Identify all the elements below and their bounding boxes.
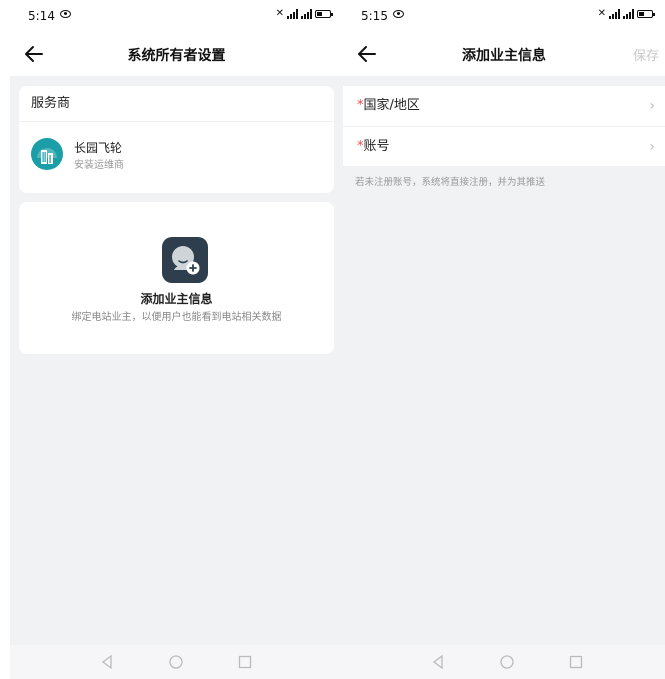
status-time: 5:15 — [361, 9, 388, 23]
nav-home-icon[interactable] — [167, 653, 185, 671]
signal-icon — [609, 8, 620, 19]
field-label: 国家/地区 — [363, 98, 420, 113]
status-bar: 5:15 ✕ — [343, 0, 665, 32]
mute-icon: ✕ — [275, 8, 284, 19]
save-button[interactable]: 保存 — [633, 45, 659, 64]
system-nav-bar — [10, 645, 343, 679]
field-label: 账号 — [363, 139, 390, 154]
battery-icon — [637, 9, 655, 18]
right-screen: 5:15 ✕ 添加业主信息 保存 *国家/地区 › *账号 › 若未注册账号，系… — [343, 0, 665, 679]
battery-icon — [315, 9, 333, 18]
nav-recent-icon[interactable] — [567, 653, 585, 671]
account-field[interactable]: *账号 › — [343, 126, 665, 167]
nav-back-icon[interactable] — [98, 653, 116, 671]
provider-role: 安装运维商 — [74, 160, 124, 171]
page-title: 添加业主信息 — [462, 48, 546, 64]
chevron-right-icon: › — [649, 139, 655, 155]
add-owner-icon — [162, 237, 208, 283]
nav-back-icon[interactable] — [429, 653, 447, 671]
signal-icon — [301, 8, 312, 19]
chevron-right-icon: › — [649, 98, 655, 114]
form-hint: 若未注册账号，系统将直接注册，并为其推送 — [355, 177, 546, 188]
page-title: 系统所有者设置 — [127, 48, 226, 64]
signal-icon — [623, 8, 634, 19]
provider-card: 服务商 长园飞轮 安装运维商 — [19, 86, 334, 193]
owner-form: *国家/地区 › *账号 › — [343, 86, 665, 166]
add-owner-title: 添加业主信息 — [140, 292, 213, 306]
status-icons: ✕ — [275, 8, 333, 19]
nav-bar: 添加业主信息 保存 — [343, 32, 665, 76]
add-owner-card[interactable]: 添加业主信息 绑定电站业主，以便用户也能看到电站相关数据 — [19, 202, 334, 354]
status-bar: 5:14 ✕ — [10, 0, 343, 32]
eye-icon — [393, 10, 404, 18]
signal-icon — [287, 8, 298, 19]
nav-recent-icon[interactable] — [236, 653, 254, 671]
country-region-field[interactable]: *国家/地区 › — [343, 86, 665, 126]
eye-icon — [60, 10, 71, 18]
left-screen: 5:14 ✕ 系统所有者设置 服务商 长园飞轮 安装运维商 添加业主信息 绑定电… — [10, 0, 343, 679]
provider-section-title: 服务商 — [19, 86, 334, 122]
mute-icon: ✕ — [597, 8, 606, 19]
status-icons: ✕ — [597, 8, 655, 19]
add-owner-description: 绑定电站业主，以便用户也能看到电站相关数据 — [71, 312, 282, 323]
status-time: 5:14 — [28, 9, 55, 23]
nav-home-icon[interactable] — [498, 653, 516, 671]
nav-bar: 系统所有者设置 — [10, 32, 343, 76]
provider-name: 长园飞轮 — [74, 141, 123, 155]
system-nav-bar — [343, 645, 665, 679]
building-logo-icon — [31, 138, 63, 170]
